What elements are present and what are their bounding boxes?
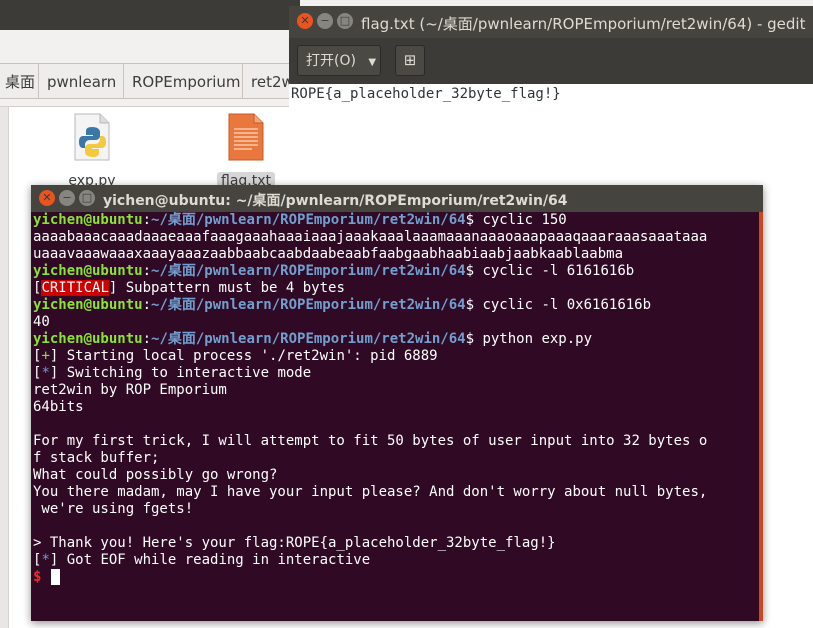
terminal-line: [*] Got EOF while reading in interactive: [33, 552, 371, 568]
breadcrumb-desktop[interactable]: 桌面: [0, 63, 38, 99]
terminal-line: [+] Starting local process './ret2win': …: [33, 348, 438, 364]
chevron-down-icon: ▼: [368, 57, 377, 68]
open-button[interactable]: 打开(O) ▼: [297, 45, 381, 76]
terminal-edge: [759, 212, 763, 621]
star-marker: *: [41, 365, 50, 381]
terminal-line: yichen@ubuntu:~/桌面/pwnlearn/ROPEmporium/…: [33, 331, 593, 347]
terminal-line: we're using fgets!: [33, 501, 194, 517]
text-cursor: [50, 569, 60, 585]
sidebar-edge: [0, 107, 9, 628]
maximize-icon[interactable]: □: [337, 13, 353, 29]
terminal-line: 40: [33, 314, 50, 330]
terminal-titlebar[interactable]: ✕ − □ yichen@ubuntu: ~/桌面/pwnlearn/ROPEm…: [31, 185, 763, 212]
prompt-path: ~/桌面/pwnlearn/ROPEmporium/ret2win/64: [151, 297, 466, 313]
star-marker: *: [41, 552, 50, 568]
prompt-path: ~/桌面/pwnlearn/ROPEmporium/ret2win/64: [151, 331, 466, 347]
terminal-line: For my first trick, I will attempt to fi…: [33, 433, 708, 449]
terminal-window: ✕ − □ yichen@ubuntu: ~/桌面/pwnlearn/ROPEm…: [31, 185, 763, 621]
gedit-title: flag.txt (~/桌面/pwnlearn/ROPEmporium/ret2…: [361, 15, 806, 33]
terminal-line: You there madam, may I have your input p…: [33, 484, 708, 500]
terminal-line: What could possibly go wrong?: [33, 467, 278, 483]
prompt-path: ~/桌面/pwnlearn/ROPEmporium/ret2win/64: [151, 212, 466, 228]
terminal-line: yichen@ubuntu:~/桌面/pwnlearn/ROPEmporium/…: [33, 212, 567, 228]
new-document-icon: ⊞: [403, 51, 417, 69]
command-text: python exp.py: [482, 331, 593, 347]
prompt-path: ~/桌面/pwnlearn/ROPEmporium/ret2win/64: [151, 263, 466, 279]
terminal-line: $: [33, 569, 759, 586]
file-item-exp-py[interactable]: exp.py: [57, 112, 127, 190]
prompt-user: yichen@ubuntu: [33, 331, 143, 347]
breadcrumb-pwnlearn[interactable]: pwnlearn: [38, 63, 123, 99]
maximize-icon[interactable]: □: [79, 190, 95, 206]
minimize-icon[interactable]: −: [59, 190, 75, 206]
prompt-user: yichen@ubuntu: [33, 263, 143, 279]
status-message: ] Switching to interactive mode: [49, 365, 312, 381]
interactive-prompt: $: [33, 569, 42, 585]
terminal-line: [CRITICAL] Subpattern must be 4 bytes: [33, 280, 345, 296]
minimize-icon[interactable]: −: [317, 13, 333, 29]
command-text: cyclic -l 6161616b: [482, 263, 635, 279]
gedit-text-line: ROPE{a_placeholder_32byte_flag!}: [291, 86, 561, 102]
close-icon[interactable]: ✕: [39, 190, 55, 206]
terminal-line: > Thank you! Here's your flag:ROPE{a_pla…: [33, 535, 556, 551]
terminal-line: [*] Switching to interactive mode: [33, 365, 312, 381]
critical-message: ] Subpattern must be 4 bytes: [108, 280, 345, 296]
status-message: ] Starting local process './ret2win': pi…: [49, 348, 438, 364]
terminal-line: 64bits: [33, 399, 84, 415]
terminal-title: yichen@ubuntu: ~/桌面/pwnlearn/ROPEmporium…: [103, 193, 568, 209]
status-message: ] Got EOF while reading in interactive: [49, 552, 371, 568]
terminal-screen[interactable]: yichen@ubuntu:~/桌面/pwnlearn/ROPEmporium/…: [33, 212, 759, 621]
terminal-line: aaaabaaacaaadaaaeaaafaaagaaahaaaiaaajaaa…: [33, 229, 708, 245]
prompt-user: yichen@ubuntu: [33, 212, 143, 228]
open-button-label: 打开(O): [306, 53, 356, 69]
breadcrumb-ropemporium[interactable]: ROPEmporium: [123, 63, 242, 99]
python-file-icon: [74, 113, 110, 161]
file-manager-topbar: [0, 0, 300, 30]
terminal-line: ret2win by ROP Emporium: [33, 382, 227, 398]
terminal-line: yichen@ubuntu:~/桌面/pwnlearn/ROPEmporium/…: [33, 297, 652, 313]
terminal-line: f stack buffer;: [33, 450, 160, 466]
terminal-line: uaaavaaawaaaxaaayaaazaabbaabcaabdaabeaab…: [33, 246, 624, 262]
gedit-headerbar: 打开(O) ▼ ⊞: [289, 38, 813, 84]
critical-badge: CRITICAL: [41, 280, 109, 296]
command-text: cyclic 150: [482, 212, 567, 228]
command-text: cyclic -l 0x6161616b: [482, 297, 652, 313]
prompt-user: yichen@ubuntu: [33, 297, 143, 313]
plus-marker: +: [41, 348, 50, 364]
text-file-icon: [228, 113, 264, 161]
terminal-line: yichen@ubuntu:~/桌面/pwnlearn/ROPEmporium/…: [33, 263, 635, 279]
file-item-flag-txt[interactable]: flag.txt: [211, 112, 281, 190]
close-icon[interactable]: ✕: [297, 13, 313, 29]
new-document-button[interactable]: ⊞: [395, 45, 425, 76]
gedit-titlebar[interactable]: ✕ − □ flag.txt (~/桌面/pwnlearn/ROPEmporiu…: [289, 6, 813, 38]
